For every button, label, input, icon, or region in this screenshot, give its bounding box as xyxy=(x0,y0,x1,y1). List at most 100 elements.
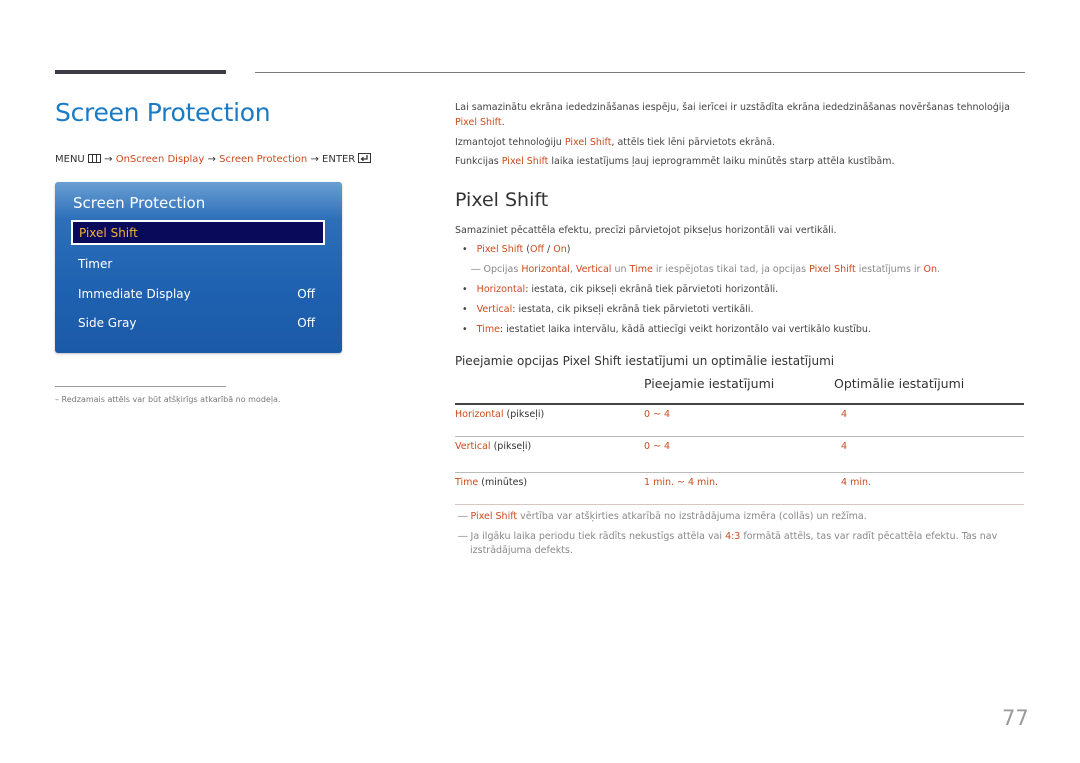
text: ) xyxy=(566,244,571,255)
osd-item-label: Pixel Shift xyxy=(79,226,138,240)
osd-item-pixel-shift[interactable]: Pixel Shift xyxy=(71,220,325,245)
table-header-optimal: Optimālie iestatījumi xyxy=(834,376,965,391)
table-row-vertical-name: Vertical (pikseļi) xyxy=(455,441,531,452)
bullet-dot: • xyxy=(462,244,468,255)
bullet-dot: • xyxy=(462,284,468,295)
table-row-horizontal-name: Horizontal (pikseļi) xyxy=(455,409,544,420)
text: ir iespējotas tikai tad, ja opcijas xyxy=(652,264,810,275)
section-description: Samaziniet pēcattēla efektu, precīzi pār… xyxy=(455,225,837,236)
osd-item-timer[interactable]: Timer xyxy=(71,252,325,277)
highlight-term: Pixel Shift xyxy=(564,137,612,148)
arrow-icon: → xyxy=(207,154,216,165)
header-rule-thick xyxy=(55,70,226,74)
text: : iestatiet laika intervālu, kādā attiec… xyxy=(499,324,871,335)
highlight-term: Pixel Shift xyxy=(455,117,502,128)
header-rule-thin xyxy=(255,72,1025,73)
table-header-rule xyxy=(455,403,1024,405)
menu-path-step-onscreen-display[interactable]: OnScreen Display xyxy=(116,154,205,165)
table-cell-available: 0 ~ 4 xyxy=(644,409,671,420)
highlight-term: Pixel Shift xyxy=(501,156,549,167)
bullet-vertical: • Vertical: iestata, cik pikseļi ekrānā … xyxy=(462,304,753,315)
osd-item-label: Timer xyxy=(78,257,113,271)
footnote-divider xyxy=(55,386,226,387)
highlight-term: Pixel Shift xyxy=(476,244,524,255)
text: un xyxy=(611,264,630,275)
highlight-term: Horizontal xyxy=(521,264,570,275)
row-unit: (pikseļi) xyxy=(490,441,532,452)
bullet-time: • Time: iestatiet laika intervālu, kādā … xyxy=(462,324,871,335)
text: formātā attēls, tas var radīt pēcattēla … xyxy=(740,531,998,542)
table-row-divider xyxy=(455,472,1024,473)
highlight-term: Time xyxy=(629,264,653,275)
note-dash: ― xyxy=(471,264,481,275)
table-row-divider xyxy=(455,436,1024,437)
arrow-icon: → xyxy=(310,154,319,165)
row-name: Time xyxy=(455,477,479,488)
text: . xyxy=(501,117,505,128)
highlight-term: Time xyxy=(476,324,500,335)
text: iestatījums ir xyxy=(855,264,924,275)
note-dash: ― xyxy=(458,511,468,522)
row-unit: (pikseļi) xyxy=(503,409,545,420)
table-bottom-rule xyxy=(455,504,1024,505)
menu-path: MENU → OnScreen Display → Screen Protect… xyxy=(55,153,372,166)
osd-item-label: Side Gray xyxy=(78,316,137,330)
table-cell-available: 0 ~ 4 xyxy=(644,441,671,452)
menu-grid-icon xyxy=(87,154,101,166)
option-on: On xyxy=(553,244,567,255)
text: : iestata, cik pikseļi ekrānā tiek pārvi… xyxy=(525,284,779,295)
intro-line-1: Lai samazinātu ekrāna iededzināšanas ies… xyxy=(455,102,1010,113)
osd-menu-title: Screen Protection xyxy=(73,194,206,212)
osd-item-value: Off xyxy=(297,287,315,301)
highlight-term: Vertical xyxy=(575,264,612,275)
text: Izmantojot tehnoloģiju xyxy=(455,137,565,148)
arrow-icon: → xyxy=(104,154,113,165)
intro-line-1b: Pixel Shift. xyxy=(455,117,505,128)
text: Opcijas xyxy=(480,264,522,275)
text: ( xyxy=(523,244,530,255)
note-dash: ― xyxy=(458,531,468,542)
text: . xyxy=(937,264,941,275)
bullet-horizontal: • Horizontal: iestata, cik pikseļi ekrān… xyxy=(462,284,778,295)
text: Funkcijas xyxy=(455,156,502,167)
text: , attēls tiek lēni pārvietots ekrānā. xyxy=(611,137,776,148)
option-off: Off xyxy=(530,244,545,255)
osd-item-side-gray[interactable]: Side Gray Off xyxy=(71,311,325,336)
enter-icon xyxy=(358,153,372,166)
row-name: Horizontal xyxy=(455,409,504,420)
osd-item-immediate-display[interactable]: Immediate Display Off xyxy=(71,282,325,307)
enter-label: ENTER xyxy=(322,154,356,165)
table-cell-optimal: 4 xyxy=(841,441,848,452)
highlight-term: Horizontal xyxy=(476,284,526,295)
intro-line-3: Funkcijas Pixel Shift laika iestatījums … xyxy=(455,156,894,167)
section-heading: Pixel Shift xyxy=(455,189,549,211)
bullet-pixel-shift: • Pixel Shift (Off / On) xyxy=(462,244,571,255)
highlight-term: 4:3 xyxy=(725,531,741,542)
text: Ja ilgāku laika periodu tiek rādīts neku… xyxy=(467,531,726,542)
osd-menu-panel: Screen Protection Pixel Shift Timer Imme… xyxy=(55,182,342,353)
row-name: Vertical xyxy=(455,441,491,452)
osd-item-label: Immediate Display xyxy=(78,287,191,301)
menu-label: MENU xyxy=(55,154,85,165)
table-row-time-name: Time (minūtes) xyxy=(455,477,527,488)
table-title: Pieejamie opcijas Pixel Shift iestatījum… xyxy=(455,354,835,368)
text: laika iestatījums ļauj ieprogrammēt laik… xyxy=(548,156,895,167)
highlight-term: Pixel Shift xyxy=(809,264,856,275)
highlight-term: On xyxy=(923,264,938,275)
highlight-term: Pixel Shift xyxy=(470,511,518,522)
table-header-available: Pieejamie iestatījumi xyxy=(644,376,775,391)
pixel-shift-note: ― Opcijas Horizontal, Vertical un Time i… xyxy=(471,264,940,275)
left-footnote: – Redzamais attēls var būt atšķirīgs atk… xyxy=(55,395,281,404)
table-cell-optimal: 4 min. xyxy=(841,477,871,488)
bullet-dot: • xyxy=(462,304,468,315)
osd-item-value: Off xyxy=(297,316,315,330)
note-afterimage-line2: izstrādājuma defekts. xyxy=(470,545,573,556)
text: / xyxy=(544,244,554,255)
bullet-dot: • xyxy=(462,324,468,335)
table-cell-optimal: 4 xyxy=(841,409,848,420)
note-pixel-shift-value: ― Pixel Shift vērtība var atšķirties atk… xyxy=(458,511,867,522)
note-afterimage: ― Ja ilgāku laika periodu tiek rādīts ne… xyxy=(458,531,997,542)
text: : iestata, cik pikseļi ekrānā tiek pārvi… xyxy=(512,304,754,315)
intro-line-2: Izmantojot tehnoloģiju Pixel Shift, attē… xyxy=(455,137,775,148)
menu-path-step-screen-protection[interactable]: Screen Protection xyxy=(219,154,307,165)
